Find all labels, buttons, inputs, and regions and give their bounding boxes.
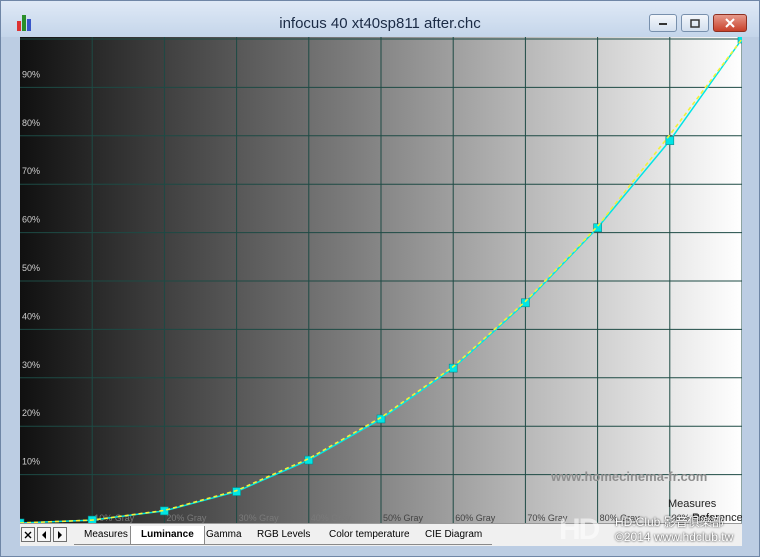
minimize-icon [659, 23, 667, 25]
measured-point [593, 223, 602, 233]
tab-prev-button[interactable] [37, 527, 51, 542]
window-title: infocus 40 xt40sp811 after.chc [279, 15, 481, 32]
luminance-chart: 10%20%30%40%50%60%70%80%90% 10% Gray 20% … [20, 37, 742, 523]
y-tick-label: 90% [22, 69, 40, 79]
close-icon [725, 18, 735, 28]
title-bar: infocus 40 xt40sp811 after.chc [1, 1, 759, 37]
y-axis-labels: 10% 20% 30% 40% 50% 60% 70% 80% 90% [22, 69, 40, 466]
tab-next-button[interactable] [53, 527, 67, 542]
arrow-right-icon [58, 530, 62, 539]
x-tick-label: 60% Gray [455, 513, 496, 523]
tab-cie-diagram[interactable]: CIE Diagram [415, 526, 493, 545]
maximize-button[interactable] [681, 14, 709, 32]
grid [20, 37, 742, 523]
minimize-button[interactable] [649, 14, 677, 32]
hdclub-copyright: ©2014 www.hdclub.tw [615, 530, 734, 544]
y-tick-label: 70% [22, 166, 40, 176]
x-tick-label: 30% Gray [239, 513, 280, 523]
tab-luminance[interactable]: Luminance [130, 526, 205, 545]
tab-rgb-levels[interactable]: RGB Levels [247, 526, 321, 545]
measured-point [448, 363, 458, 373]
measured-point [521, 298, 530, 308]
y-tick-label: 50% [22, 263, 40, 273]
chart-area: 10% 20% 30% 40% 50% 60% 70% 80% 90% 10% Gray 20% … [20, 37, 742, 523]
legend-measures-label: Measures [668, 498, 717, 510]
hdclub-logo: HD [559, 513, 600, 546]
y-tick-label: 40% [22, 311, 40, 321]
y-tick-label: 80% [22, 118, 40, 128]
maximize-icon [690, 18, 700, 28]
arrow-left-icon [42, 530, 46, 539]
y-tick-label: 20% [22, 408, 40, 418]
tab-measures[interactable]: Measures [74, 526, 138, 545]
tab-gamma[interactable]: Gamma [196, 526, 252, 545]
x-tick-label: 40% Gray [311, 513, 352, 523]
hdclub-brand: HD.Club 影音俱樂部 [615, 515, 724, 529]
tab-color-temperature[interactable]: Color temperature [319, 526, 420, 545]
x-tick-label: 50% Gray [383, 513, 424, 523]
y-tick-label: 60% [22, 215, 40, 225]
y-tick-label: 10% [22, 457, 40, 467]
hdclub-watermark: HD HD.Club 影音俱樂部 ©2014 www.hdclub.tw [559, 511, 759, 555]
site-watermark: www.homecinema-fr.com [551, 469, 708, 484]
tab-close-button[interactable] [21, 527, 35, 542]
y-tick-label: 30% [22, 360, 40, 370]
application-window: infocus 40 xt40sp811 after.chc 10% 20% 30%… [0, 0, 760, 557]
close-button[interactable] [713, 14, 747, 32]
close-icon [24, 531, 32, 538]
x-tick-label: 20% Gray [166, 513, 207, 523]
